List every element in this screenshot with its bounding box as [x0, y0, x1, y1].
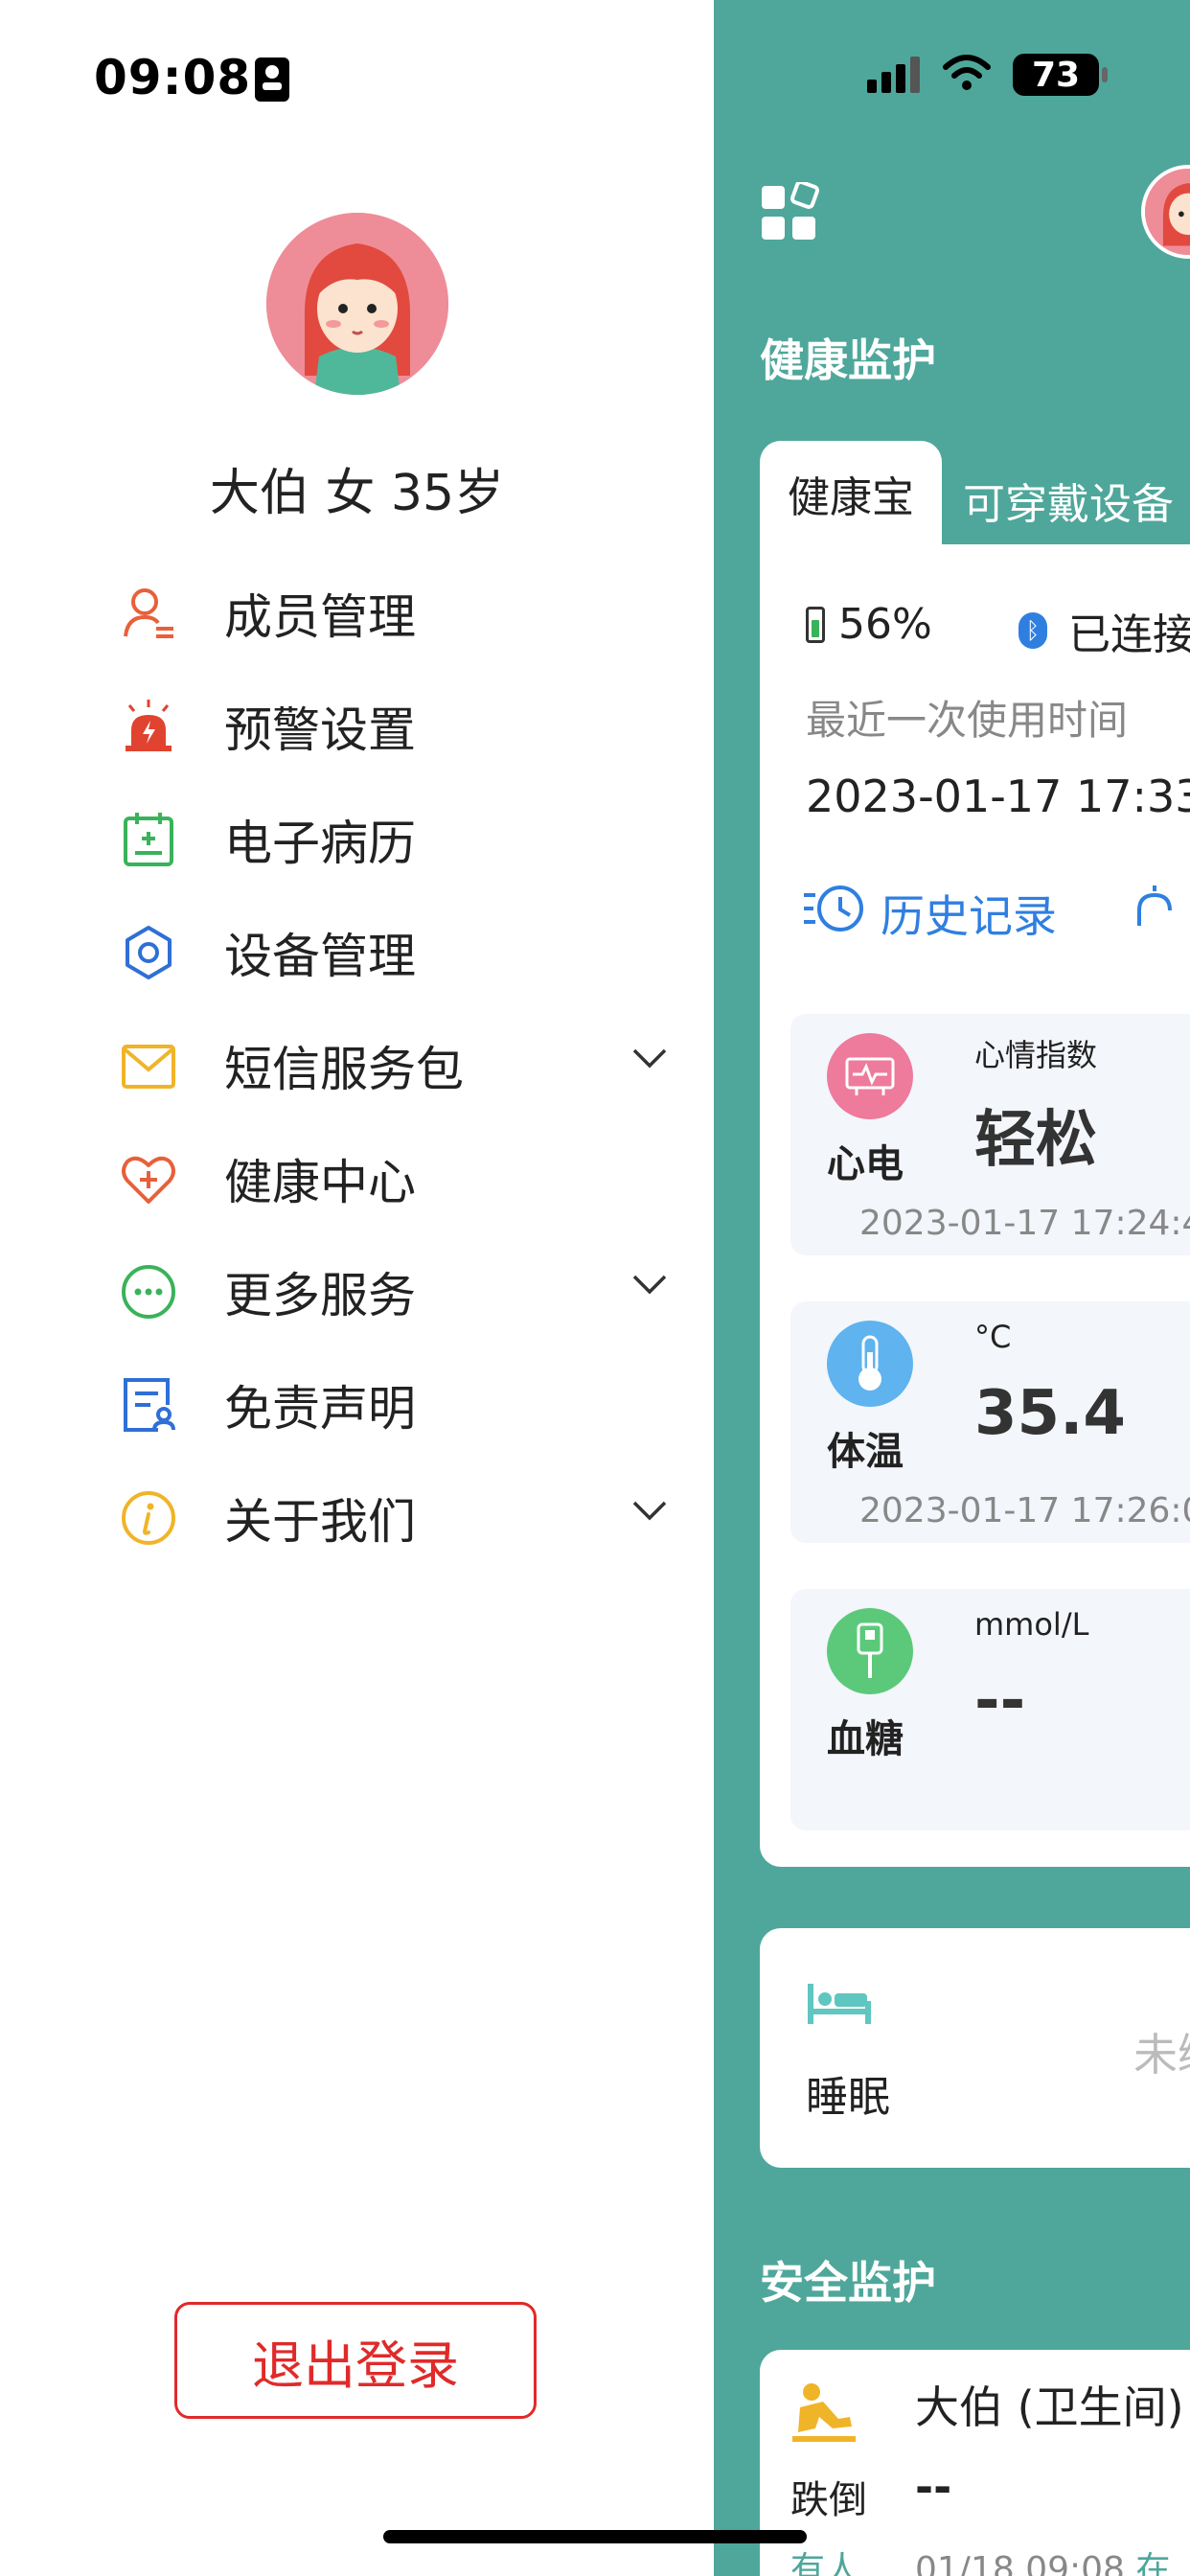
safety-monitor-title: 安全监护 [760, 2257, 936, 2309]
device-connection: ᛒ 已连接 [1018, 600, 1190, 661]
metric-name: 血糖 [827, 1717, 904, 1761]
status-time: 09:08 [94, 50, 252, 105]
sleep-card[interactable]: 睡眠 未绑 [760, 1928, 1190, 2168]
menu-item-label: 更多服务 [224, 1268, 416, 1323]
metric-unit: 心情指数 [974, 1037, 1098, 1073]
menu-item-disclaimer[interactable]: 免责声明 [115, 1357, 680, 1453]
menu-item-label: 设备管理 [224, 929, 416, 984]
user-avatar[interactable] [1141, 165, 1190, 259]
last-used-label: 最近一次使用时间 [806, 697, 1129, 744]
presence-status: 有人 [790, 2550, 860, 2576]
menu-item-device-management[interactable]: 设备管理 [115, 905, 680, 1000]
ecg-icon [827, 1033, 913, 1119]
metric-name: 心电 [827, 1142, 904, 1186]
more-icon [115, 1258, 182, 1325]
menu-item-sms-package[interactable]: 短信服务包 [115, 1018, 680, 1114]
menu-item-label: 免责声明 [224, 1381, 416, 1437]
menu-item-label: 健康中心 [224, 1155, 416, 1210]
alarm-icon [115, 693, 182, 760]
fall-detection-card[interactable]: 跌倒 大伯 (卫生间) -- 有人 01/18 09:08 在 [760, 2350, 1190, 2576]
chevron-down-icon[interactable] [630, 1273, 669, 1300]
menu-item-member-management[interactable]: 成员管理 [115, 565, 680, 661]
metric-ecg[interactable]: 心电 心情指数 轻松 2023-01-17 17:24:4 [790, 1014, 1190, 1255]
fall-time-value: 01/18 09:08 [915, 2550, 1125, 2576]
menu-item-label: 关于我们 [224, 1494, 416, 1550]
menu-item-alert-settings[interactable]: 预警设置 [115, 678, 680, 774]
metric-time: 2023-01-17 17:26:0 [859, 1491, 1190, 1530]
history-button[interactable]: 历史记录 [802, 882, 1178, 945]
metric-value: 35.4 [974, 1378, 1126, 1449]
glucose-meter-icon [827, 1608, 913, 1694]
menu-item-about-us[interactable]: 关于我们 [115, 1470, 680, 1566]
metric-unit: mmol/L [974, 1606, 1089, 1643]
gear-icon [115, 919, 182, 986]
device-battery: 56% [806, 600, 932, 649]
health-monitor-title: 健康监护 [760, 334, 936, 386]
battery-indicator: 73 [1013, 54, 1108, 96]
menu-item-label: 电子病历 [224, 816, 416, 871]
logout-button[interactable]: 退出登录 [174, 2302, 537, 2419]
history-clock-icon [802, 884, 865, 944]
battery-icon [806, 606, 825, 643]
tab-wearable[interactable]: 可穿戴设备 [963, 470, 1174, 531]
last-used-time: 2023-01-17 17:33: [806, 770, 1190, 822]
metric-value: 轻松 [974, 1105, 1097, 1176]
metric-name: 体温 [827, 1430, 904, 1474]
main-panel[interactable]: 73 健康监护 健康宝 可穿戴设备 56% ᛒ 已连接 最近一次使用时间 202… [714, 0, 1190, 2576]
heart-plus-icon [115, 1145, 182, 1212]
metric-temperature[interactable]: 体温 °C 35.4 2023-01-17 17:26:0 [790, 1301, 1190, 1543]
metric-value: -- [974, 1666, 1026, 1736]
disclaimer-icon [115, 1371, 182, 1438]
apps-grid-icon[interactable] [760, 180, 821, 247]
chevron-down-icon[interactable] [630, 1046, 669, 1073]
medical-record-icon [115, 806, 182, 873]
sleep-name: 睡眠 [806, 2073, 890, 2122]
fall-value: -- [915, 2461, 952, 2513]
tab-health-box[interactable]: 健康宝 [760, 441, 942, 546]
bluetooth-icon: ᛒ [1018, 612, 1047, 649]
sleep-status: 未绑 [1133, 2029, 1190, 2081]
menu-item-more-services[interactable]: 更多服务 [115, 1244, 680, 1340]
member-icon [115, 580, 182, 647]
fall-time-extra: 在 [1135, 2550, 1171, 2576]
wifi-icon [942, 54, 992, 96]
thermometer-icon [827, 1321, 913, 1407]
connection-status: 已连接 [1068, 610, 1190, 659]
fall-name: 跌倒 [790, 2478, 867, 2522]
signal-icon [867, 57, 925, 93]
profile-name: 大伯 女 35岁 [209, 465, 505, 522]
fall-person-icon [790, 2379, 858, 2450]
id-card-icon [255, 58, 289, 102]
metric-time: 2023-01-17 17:24:4 [859, 1204, 1190, 1243]
side-drawer: 09:08 大伯 女 35岁 成员管理 预警设置 电子病历 设备管理 短信服务包… [0, 0, 714, 2576]
avatar[interactable] [266, 213, 448, 395]
history-label: 历史记录 [881, 890, 1057, 942]
menu-item-health-center[interactable]: 健康中心 [115, 1131, 680, 1227]
chevron-down-icon[interactable] [630, 1499, 669, 1526]
menu-item-label: 预警设置 [224, 702, 416, 758]
metric-unit: °C [974, 1319, 1012, 1355]
info-icon [115, 1484, 182, 1552]
battery-value: 56% [838, 600, 932, 649]
menu-item-label: 成员管理 [224, 589, 416, 645]
bed-icon [806, 1982, 873, 2030]
mail-icon [115, 1032, 182, 1099]
menu-item-medical-record[interactable]: 电子病历 [115, 792, 680, 887]
menu-item-label: 短信服务包 [224, 1042, 464, 1097]
health-box-card: 56% ᛒ 已连接 最近一次使用时间 2023-01-17 17:33: 历史记… [760, 544, 1190, 1867]
fall-time: 01/18 09:08 在 [915, 2542, 1170, 2576]
status-indicators: 73 [867, 54, 1108, 96]
health-card-area: 健康宝 可穿戴设备 56% ᛒ 已连接 最近一次使用时间 2023-01-17 … [760, 441, 1190, 1867]
home-indicator[interactable] [383, 2530, 807, 2543]
metric-blood-glucose[interactable]: 血糖 mmol/L -- [790, 1589, 1190, 1830]
alarm-settings-icon[interactable] [1133, 884, 1178, 944]
fall-location: 大伯 (卫生间) [915, 2381, 1184, 2433]
